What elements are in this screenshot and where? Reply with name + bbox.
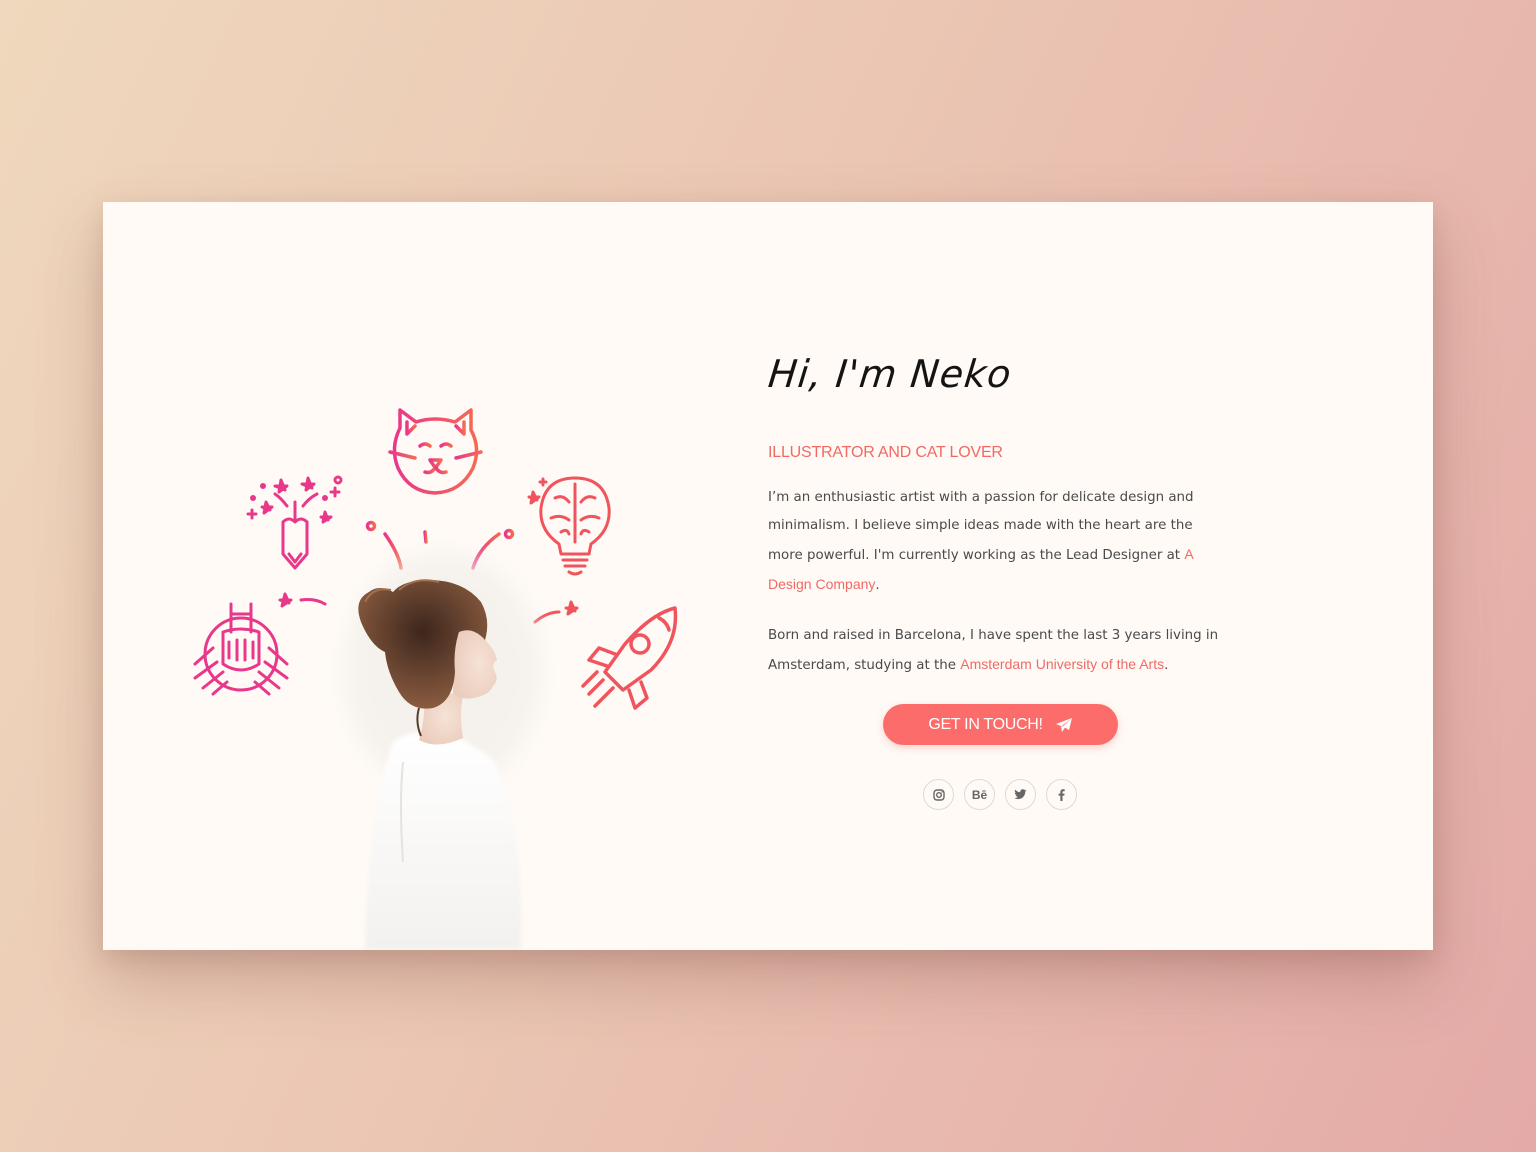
get-in-touch-label: GET IN TOUCH! — [928, 715, 1043, 733]
bio-1-end: . — [875, 578, 880, 593]
bio-paragraph-2: Born and raised in Barcelona, I have spe… — [768, 622, 1228, 680]
bio-paragraph-1: I’m an enthusiastic artist with a passio… — [768, 484, 1228, 600]
instagram-icon — [932, 788, 945, 801]
behance-link[interactable]: Bē — [964, 779, 995, 810]
twitter-icon — [1014, 789, 1027, 800]
role-subtitle: ILLUSTRATOR AND CAT LOVER — [768, 444, 1003, 461]
twitter-link[interactable] — [1005, 779, 1036, 810]
paper-plane-icon — [1055, 717, 1072, 732]
social-links: Bē — [923, 779, 1077, 810]
facebook-icon — [1058, 788, 1065, 801]
instagram-link[interactable] — [923, 779, 954, 810]
bio-2-end: . — [1164, 658, 1169, 673]
page-title: Hi, I'm Neko — [766, 352, 1014, 396]
hero-content: Hi, I'm Neko ILLUSTRATOR AND CAT LOVER I… — [766, 352, 1228, 693]
university-link[interactable]: Amsterdam University of the Arts — [960, 656, 1164, 672]
get-in-touch-button[interactable]: GET IN TOUCH! — [883, 704, 1118, 745]
behance-icon: Bē — [971, 787, 988, 802]
hero-illustration — [103, 202, 743, 950]
portrait-photo — [343, 552, 543, 950]
facebook-link[interactable] — [1046, 779, 1077, 810]
hero-card: Hi, I'm Neko ILLUSTRATOR AND CAT LOVER I… — [103, 202, 1433, 950]
bio-1-text: I’m an enthusiastic artist with a passio… — [768, 490, 1194, 563]
